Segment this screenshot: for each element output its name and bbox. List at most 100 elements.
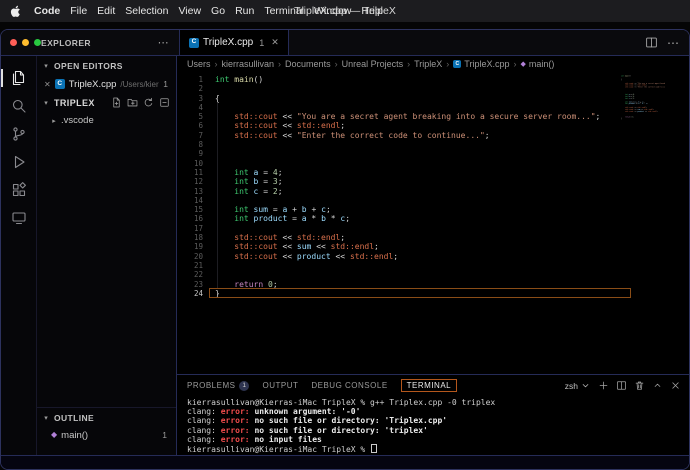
split-terminal-icon[interactable] [616, 380, 627, 391]
more-actions-icon[interactable]: ⋯ [667, 36, 679, 50]
close-window-button[interactable] [10, 39, 17, 46]
breadcrumb-item[interactable]: Documents [285, 59, 331, 69]
chevron-down-icon [580, 380, 591, 391]
line-number: 7 [198, 130, 203, 140]
activity-extensions-icon[interactable] [1, 176, 37, 204]
code-token: std::endl [296, 233, 341, 243]
code-line-11[interactable]: 11 int a = 4; [177, 168, 689, 177]
activity-source-control-icon[interactable] [1, 120, 37, 148]
terminal[interactable]: kierrasullivan@Kierras-iMac TripleX % g+… [177, 396, 689, 455]
menu-item-view[interactable]: View [178, 5, 201, 17]
menu-item-go[interactable]: Go [211, 5, 225, 17]
code-line-22[interactable]: 22 [177, 270, 689, 279]
breadcrumb-item[interactable]: TripleX [414, 59, 442, 69]
code-line-4[interactable]: 4 [177, 103, 689, 112]
code-token: main [234, 75, 254, 84]
outline-section-header[interactable]: ▾ OUTLINE [37, 407, 176, 427]
open-editors-section-header[interactable]: ▾ OPEN EDITORS [37, 56, 176, 75]
tab-triplex-cpp[interactable]: C TripleX.cpp 1 ✕ [180, 30, 289, 55]
activity-explorer-icon[interactable] [1, 64, 37, 92]
code-line-1[interactable]: 1 int main() [177, 75, 689, 84]
line-number: 13 [193, 186, 203, 196]
line-number: 17 [193, 223, 203, 233]
code-line-8[interactable]: 8 [177, 140, 689, 149]
code-token: ; [340, 233, 346, 243]
code-line-17[interactable]: 17 [177, 224, 689, 233]
terminal-token: no input files [254, 434, 322, 444]
menu-item-run[interactable]: Run [235, 5, 254, 17]
code-token: ; [277, 177, 283, 187]
menu-item-selection[interactable]: Selection [125, 5, 168, 17]
breadcrumb-item[interactable]: ◆ main() [520, 59, 554, 69]
breadcrumb-item[interactable]: Unreal Projects [342, 59, 404, 69]
code-token: ; [325, 205, 331, 215]
code-line-12[interactable]: 12 int b = 3; [177, 177, 689, 186]
maximize-panel-icon[interactable] [652, 380, 663, 391]
activity-remote-explorer-icon[interactable] [1, 204, 37, 232]
code-line-15[interactable]: 15 int sum = a + b + c; [177, 205, 689, 214]
new-file-icon[interactable] [111, 97, 122, 108]
code-line-16[interactable]: 16 int product = a * b * c; [177, 214, 689, 223]
new-folder-icon[interactable] [127, 97, 138, 108]
code-line-10[interactable]: 10 [177, 159, 689, 168]
breadcrumb-item[interactable]: Users [187, 59, 211, 69]
code-token: std::cout [234, 130, 278, 140]
zoom-window-button[interactable] [34, 39, 41, 46]
breadcrumb-item[interactable]: kierrasullivan [222, 59, 275, 69]
activity-run-debug-icon[interactable] [1, 148, 37, 176]
close-panel-icon[interactable] [670, 380, 681, 391]
panel-tab-terminal[interactable]: TERMINAL [400, 379, 458, 392]
outline-item-main[interactable]: ◆ main() 1 [37, 427, 176, 443]
minimap[interactable]: int main() { std::cout << "You are a sec… [621, 75, 665, 147]
breadcrumb-label: TripleX.cpp [464, 59, 510, 69]
breadcrumb-item[interactable]: C TripleX.cpp [453, 59, 509, 69]
panel-tab-debug-console[interactable]: DEBUG CONSOLE [311, 381, 387, 390]
panel-tab-output[interactable]: OUTPUT [262, 381, 298, 390]
minimize-window-button[interactable] [22, 39, 29, 46]
kill-terminal-icon[interactable] [634, 380, 645, 391]
panel-tab-problems[interactable]: PROBLEMS 1 [187, 380, 250, 391]
breadcrumb-label: Documents [285, 59, 331, 69]
collapse-folders-icon[interactable] [159, 97, 170, 108]
code-line-21[interactable]: 21 [177, 261, 689, 270]
refresh-explorer-icon[interactable] [143, 97, 154, 108]
line-number: 16 [193, 214, 203, 224]
shell-selector[interactable]: zsh [565, 380, 591, 391]
code-token: std::cout [234, 112, 278, 122]
apple-icon[interactable] [10, 5, 21, 18]
minimap-token: ; [633, 97, 635, 100]
split-editor-icon[interactable] [645, 36, 658, 49]
cpp-file-icon: C [54, 79, 65, 89]
tab-close-icon[interactable]: ✕ [271, 37, 279, 48]
code-line-18[interactable]: 18 std::cout << std::endl; [177, 233, 689, 242]
menu-item-code[interactable]: Code [34, 5, 60, 17]
close-editor-icon[interactable]: ✕ [44, 80, 51, 89]
code-line-6[interactable]: 6 std::cout << std::endl; [177, 121, 689, 130]
code-line-9[interactable]: 9 [177, 149, 689, 158]
folder-vscode[interactable]: ▸ .vscode [37, 112, 176, 129]
project-section-header[interactable]: ▾ TRIPLEX [37, 93, 176, 112]
code-line-13[interactable]: 13 int c = 2; [177, 187, 689, 196]
terminal-token: kierrasullivan@Kierras-iMac TripleX % g+… [187, 398, 496, 407]
code-line-2[interactable]: 2 [177, 84, 689, 93]
activity-search-icon[interactable] [1, 92, 37, 120]
code-editor[interactable]: 1 int main() 2 3{4 5 std::cout << "You are a… [177, 72, 689, 374]
line-number: 5 [198, 112, 203, 122]
code-line-7[interactable]: 7 std::cout << "Enter the correct code t… [177, 131, 689, 140]
code-line-24[interactable]: 24} [177, 287, 689, 299]
explorer-more-actions-icon[interactable]: ⋯ [158, 36, 169, 49]
menu-item-file[interactable]: File [70, 5, 87, 17]
open-editor-item[interactable]: ✕ C TripleX.cpp /Users/kierras... 1 [37, 75, 176, 93]
code-token: << [282, 251, 293, 261]
code-line-23[interactable]: 23 return 0; [177, 280, 689, 289]
code-line-3[interactable]: 3{ [177, 94, 689, 103]
menu-item-edit[interactable]: Edit [97, 5, 115, 17]
code-line-20[interactable]: 20 std::cout << product << std::endl; [177, 252, 689, 261]
code-line-5[interactable]: 5 std::cout << "You are a secret agent b… [177, 112, 689, 121]
panel-actions: zsh [565, 380, 681, 391]
code-line-19[interactable]: 19 std::cout << sum << std::endl; [177, 242, 689, 251]
code-token: return [234, 279, 264, 289]
new-terminal-icon[interactable] [598, 380, 609, 391]
code-line-14[interactable]: 14 [177, 196, 689, 205]
